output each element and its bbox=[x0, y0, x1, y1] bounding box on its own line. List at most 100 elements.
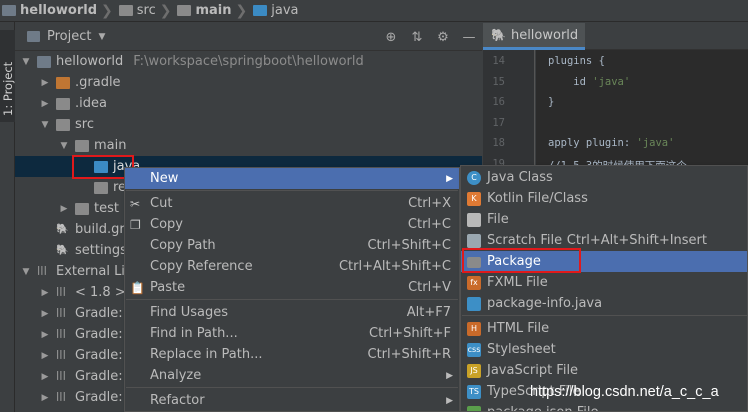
breadcrumb-project[interactable]: helloworld ❯ bbox=[2, 3, 119, 19]
menu-item-label: New bbox=[150, 171, 179, 186]
submenu-item-label: Java Class bbox=[487, 170, 553, 185]
navigation-bar: helloworld ❯ src ❯ main ❯ java bbox=[0, 0, 748, 22]
folder-icon bbox=[118, 5, 133, 16]
folder-icon bbox=[75, 202, 89, 215]
menu-item-label: Paste bbox=[150, 280, 186, 295]
menu-item-shortcut: Ctrl+Shift+R bbox=[367, 347, 452, 362]
tree-item[interactable]: ▼ helloworld F:\workspace\springboot\hello… bbox=[15, 51, 482, 72]
expand-arrow-icon[interactable]: ▼ bbox=[21, 57, 31, 67]
breadcrumb-separator: ❯ bbox=[159, 2, 172, 19]
submenu-item-kotlin[interactable]: K Kotlin File/Class bbox=[461, 188, 747, 209]
library-icon: ||| bbox=[56, 349, 66, 360]
project-panel-header: Project ▼ ⊕ ⇅ ⚙ — bbox=[15, 23, 482, 51]
submenu-item-fxml[interactable]: fx FXML File bbox=[461, 272, 747, 293]
folder-icon bbox=[37, 55, 51, 68]
js-icon: JS bbox=[467, 363, 481, 378]
menu-item-find-in-path[interactable]: Find in Path... Ctrl+Shift+F bbox=[125, 323, 459, 344]
menu-item-label: Copy Reference bbox=[150, 259, 253, 274]
annotation-highlight-package bbox=[462, 248, 581, 273]
code-line: plugins { bbox=[548, 55, 605, 67]
editor-tab-helloworld[interactable]: 🐘 helloworld bbox=[483, 23, 585, 50]
library-icon: ||| bbox=[56, 328, 66, 339]
gradle-file-icon: 🐘 bbox=[56, 223, 69, 235]
css-icon: css bbox=[467, 342, 481, 357]
project-tool-tab[interactable]: 1: Project bbox=[0, 30, 15, 122]
breadcrumb-main[interactable]: main ❯ bbox=[177, 3, 253, 19]
breadcrumb-src[interactable]: src ❯ bbox=[118, 2, 178, 19]
submenu-item-css[interactable]: css Stylesheet bbox=[461, 339, 747, 360]
tree-item[interactable]: ▼ src bbox=[15, 114, 482, 135]
code-line: apply plugin: 'java' bbox=[548, 137, 675, 149]
menu-item-find-usages[interactable]: Find Usages Alt+F7 bbox=[125, 302, 459, 323]
html-icon: H bbox=[467, 321, 481, 336]
menu-item-copy[interactable]: ❐ Copy Ctrl+C bbox=[125, 214, 459, 235]
line-number: 17 bbox=[492, 116, 505, 129]
collapse-arrow-icon[interactable]: ▶ bbox=[40, 309, 50, 319]
menu-item-shortcut: Ctrl+Alt+Shift+C bbox=[338, 259, 451, 274]
line-number: 15 bbox=[492, 75, 505, 88]
submenu-item-label: Kotlin File/Class bbox=[487, 191, 588, 206]
menu-item-shortcut: Ctrl+Shift+C bbox=[367, 238, 451, 253]
expand-arrow-icon[interactable]: ▼ bbox=[40, 120, 50, 130]
gear-icon[interactable]: ⚙ bbox=[430, 30, 456, 45]
menu-item-shortcut: Alt+F7 bbox=[406, 305, 451, 320]
menu-item-replace-in-path[interactable]: Replace in Path... Ctrl+Shift+R bbox=[125, 344, 459, 365]
fxml-icon: fx bbox=[467, 275, 481, 290]
menu-item-copy-reference[interactable]: Copy Reference Ctrl+Alt+Shift+C bbox=[125, 256, 459, 277]
tree-item-label: src bbox=[75, 117, 94, 132]
new-submenu: C Java Class K Kotlin File/Class File Scratch… bbox=[460, 165, 748, 412]
tree-item[interactable]: ▼ main bbox=[15, 135, 482, 156]
library-icon: ||| bbox=[56, 391, 66, 402]
menu-item-shortcut: Ctrl+Shift+F bbox=[369, 326, 451, 341]
breadcrumb-java[interactable]: java bbox=[253, 3, 299, 18]
json-icon bbox=[467, 405, 481, 411]
collapse-arrow-icon[interactable]: ▶ bbox=[40, 99, 50, 109]
submenu-item-js[interactable]: JS JavaScript File bbox=[461, 360, 747, 381]
collapse-arrow-icon[interactable]: ▶ bbox=[40, 372, 50, 382]
expand-arrow-icon[interactable]: ▼ bbox=[21, 267, 31, 277]
menu-item-refactor[interactable]: Refactor ▶ bbox=[125, 390, 459, 411]
submenu-item-file[interactable]: File bbox=[461, 209, 747, 230]
submenu-arrow-icon: ▶ bbox=[446, 370, 453, 381]
expand-arrow-icon[interactable]: ▼ bbox=[59, 141, 69, 151]
menu-item-paste[interactable]: 📋 Paste Ctrl+V bbox=[125, 277, 459, 298]
submenu-item-java-class[interactable]: C Java Class bbox=[461, 167, 747, 188]
collapse-arrow-icon[interactable]: ▶ bbox=[40, 330, 50, 340]
menu-item-cut[interactable]: ✂ Cut Ctrl+X bbox=[125, 193, 459, 214]
breadcrumb-separator: ❯ bbox=[235, 2, 248, 19]
locate-icon[interactable]: ⊕ bbox=[378, 30, 404, 45]
menu-item-copy-path[interactable]: Copy Path Ctrl+Shift+C bbox=[125, 235, 459, 256]
hide-icon[interactable]: — bbox=[456, 30, 482, 45]
collapse-all-icon[interactable]: ⇅ bbox=[404, 30, 430, 45]
panel-header-actions: ⊕ ⇅ ⚙ — bbox=[378, 23, 482, 51]
submenu-item-label: Stylesheet bbox=[487, 342, 556, 357]
collapse-arrow-icon[interactable]: ▶ bbox=[40, 78, 50, 88]
tree-item[interactable]: ▶ .gradle bbox=[15, 72, 482, 93]
submenu-item-json[interactable]: package.json File bbox=[461, 402, 747, 411]
menu-separator bbox=[462, 315, 747, 316]
menu-item-new[interactable]: New ▶ bbox=[125, 168, 459, 189]
cut-icon: ✂ bbox=[130, 197, 141, 211]
source-folder-icon bbox=[253, 5, 268, 16]
project-view-selector[interactable]: Project ▼ bbox=[27, 29, 105, 44]
menu-item-label: Copy bbox=[150, 217, 183, 232]
collapse-arrow-icon[interactable]: ▶ bbox=[59, 204, 69, 214]
folder-icon bbox=[56, 97, 70, 110]
package-info-icon bbox=[467, 296, 481, 311]
submenu-item-html[interactable]: H HTML File bbox=[461, 318, 747, 339]
submenu-item-package-info[interactable]: package-info.java bbox=[461, 293, 747, 314]
submenu-item-label: File bbox=[487, 212, 509, 227]
collapse-arrow-icon[interactable]: ▶ bbox=[40, 288, 50, 298]
library-icon: ||| bbox=[56, 286, 66, 297]
submenu-item-label: HTML File bbox=[487, 321, 550, 336]
menu-separator bbox=[126, 387, 458, 388]
submenu-item-label: FXML File bbox=[487, 275, 548, 290]
collapse-arrow-icon[interactable]: ▶ bbox=[40, 393, 50, 403]
editor-tab-bar: 🐘 helloworld bbox=[483, 23, 748, 50]
folder-icon bbox=[75, 139, 89, 152]
left-tool-strip: 1: Project bbox=[0, 22, 15, 412]
menu-item-analyze[interactable]: Analyze ▶ bbox=[125, 365, 459, 386]
ts-icon: TS bbox=[467, 384, 481, 399]
tree-item[interactable]: ▶ .idea bbox=[15, 93, 482, 114]
collapse-arrow-icon[interactable]: ▶ bbox=[40, 351, 50, 361]
